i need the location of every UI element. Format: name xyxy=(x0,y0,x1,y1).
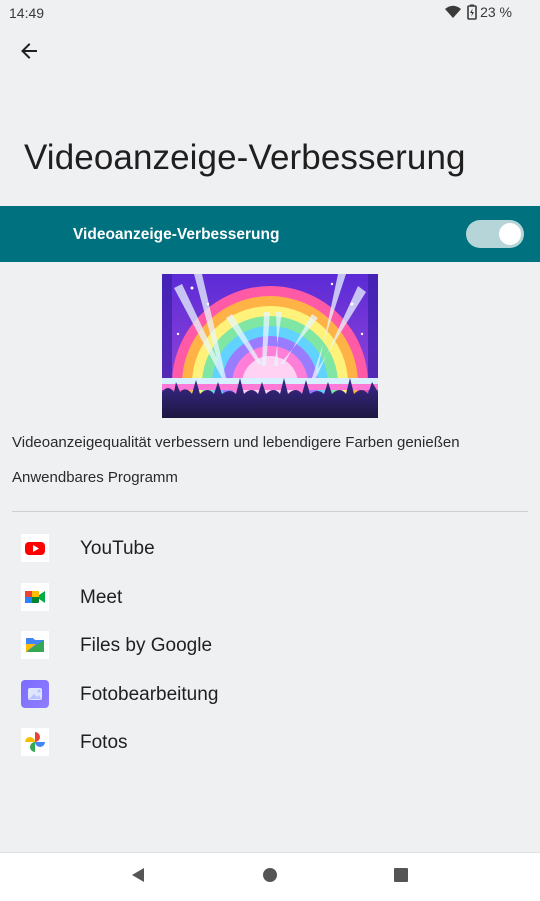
list-item-youtube[interactable]: YouTube xyxy=(0,524,540,573)
back-button[interactable] xyxy=(12,36,46,70)
photo-editor-icon xyxy=(21,679,49,708)
app-name: Fotobearbeitung xyxy=(80,683,219,705)
youtube-icon xyxy=(21,534,49,562)
divider xyxy=(12,511,528,512)
system-nav-bar xyxy=(0,852,540,901)
nav-home-button[interactable] xyxy=(260,867,280,887)
status-bar: 14:49 23 % xyxy=(0,0,540,26)
list-item-photos[interactable]: Fotos xyxy=(0,718,540,767)
list-item-files[interactable]: Files by Google xyxy=(0,621,540,670)
enhancement-toggle-row[interactable]: Videoanzeige-Verbesserung xyxy=(0,206,540,262)
wifi-icon xyxy=(444,4,462,20)
nav-back-button[interactable] xyxy=(128,867,148,887)
list-item-meet[interactable]: Meet xyxy=(0,573,540,622)
meet-icon xyxy=(21,582,49,611)
recents-square-icon xyxy=(393,867,409,888)
applicable-app-list: YouTube Meet Files by Google Fotobearbei… xyxy=(0,524,540,767)
home-circle-icon xyxy=(262,867,278,888)
back-triangle-icon xyxy=(130,867,146,888)
nav-recents-button[interactable] xyxy=(391,867,411,887)
page-title: Videoanzeige-Verbesserung xyxy=(24,138,466,177)
feature-description: Videoanzeigequalität verbessern und lebe… xyxy=(12,434,460,451)
battery-charging-icon xyxy=(467,4,477,20)
applicable-apps-label: Anwendbares Programm xyxy=(12,469,178,486)
app-name: YouTube xyxy=(80,538,155,559)
concert-stage-illustration xyxy=(162,274,378,482)
photos-icon xyxy=(21,728,49,756)
battery-percentage: 23 % xyxy=(480,4,512,20)
status-indicators: 23 % xyxy=(444,4,512,20)
list-item-photo-editor[interactable]: Fotobearbeitung xyxy=(0,670,540,719)
files-icon xyxy=(21,631,49,659)
switch-knob xyxy=(499,223,521,245)
enhancement-switch[interactable] xyxy=(466,220,524,248)
arrow-back-icon xyxy=(19,41,39,66)
app-name: Meet xyxy=(80,586,123,608)
app-name: Files by Google xyxy=(80,635,213,656)
toggle-label: Videoanzeige-Verbesserung xyxy=(73,226,280,243)
status-time: 14:49 xyxy=(9,5,45,21)
app-name: Fotos xyxy=(80,732,128,753)
